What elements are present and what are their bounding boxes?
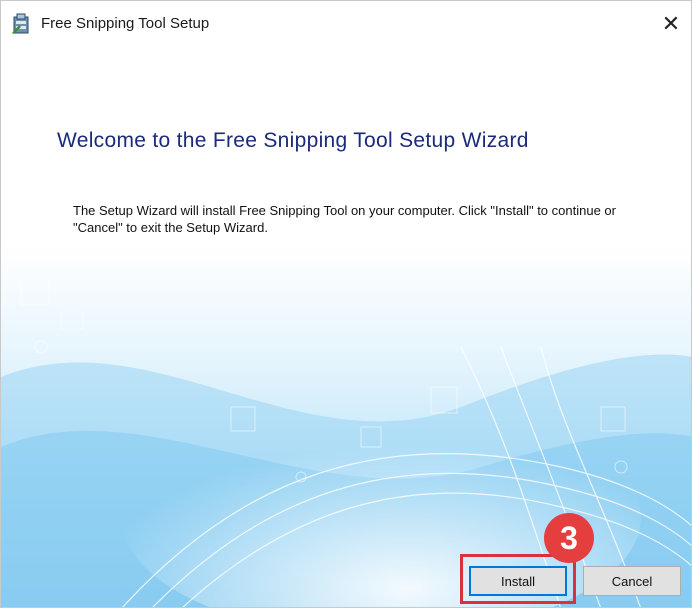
- step-number-badge: 3: [544, 513, 594, 563]
- setup-installer-icon: [12, 13, 29, 34]
- wizard-heading: Welcome to the Free Snipping Tool Setup …: [57, 129, 529, 152]
- install-highlight-box: [460, 554, 576, 604]
- setup-window: Free Snipping Tool Setup ✕ Welcome to th…: [0, 0, 692, 608]
- title-bar: Free Snipping Tool Setup ✕: [1, 1, 691, 47]
- window-title: Free Snipping Tool Setup: [41, 15, 210, 32]
- cancel-button[interactable]: Cancel: [583, 566, 681, 596]
- close-button[interactable]: ✕: [651, 1, 691, 47]
- close-icon: ✕: [661, 11, 681, 37]
- wizard-description: The Setup Wizard will install Free Snipp…: [73, 203, 616, 235]
